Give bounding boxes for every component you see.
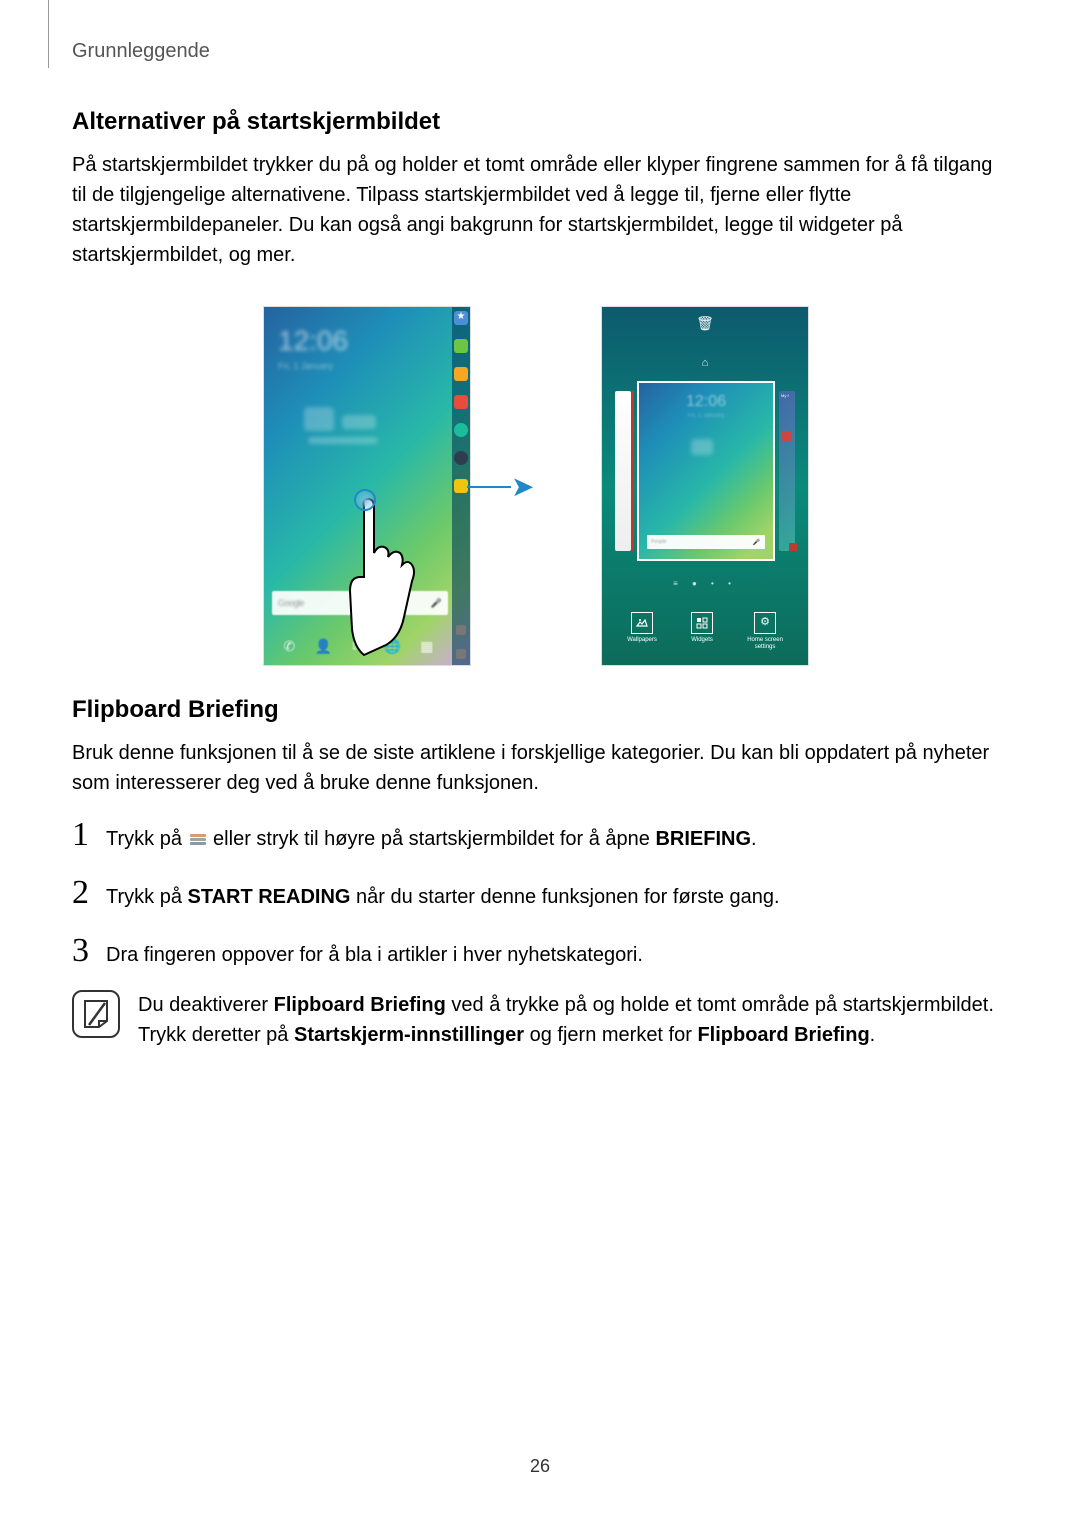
edge-mail-icon <box>454 395 468 409</box>
step-number-3: 3 <box>72 932 106 970</box>
page-number: 26 <box>0 1456 1080 1477</box>
panel-main: 12:06 Fri, 1 January People 🎤 <box>637 381 775 561</box>
clock-text: 12:06 <box>278 325 348 357</box>
page-indicator: ≡ ● • • <box>602 579 808 588</box>
date-text: Fri, 1 January <box>278 361 333 371</box>
running-header: Grunnleggende <box>72 40 210 63</box>
wallpapers-icon <box>631 612 653 634</box>
step-3-text: Dra fingeren oppover for å bla i artikle… <box>106 937 643 970</box>
step-3: 3 Dra fingeren oppover for å bla i artik… <box>72 932 1000 970</box>
step-number-1: 1 <box>72 816 106 854</box>
step-number-2: 2 <box>72 874 106 912</box>
edge-contact-icon <box>454 367 468 381</box>
page-content: Alternativer på startskjermbildet På sta… <box>72 108 1000 1050</box>
step-2: 2 Trykk på START READING når du starter … <box>72 874 1000 912</box>
edge-phone-icon <box>454 339 468 353</box>
panel-weather <box>691 439 713 455</box>
settings-icon: ⚙ <box>754 612 776 634</box>
wallpapers-action: Wallpapers <box>627 612 657 651</box>
phone-icon: ✆ <box>279 636 299 656</box>
arrow-icon: ➤ <box>511 470 561 503</box>
widgets-action: Widgets <box>691 612 713 651</box>
edge-star-icon: ★ <box>454 311 468 325</box>
touch-indicator <box>354 489 376 511</box>
briefing-inline-icon <box>190 834 206 848</box>
edge-camera-icon <box>454 451 468 465</box>
edge-more-icon <box>456 649 466 659</box>
note: Du deaktiverer Flipboard Briefing ved å … <box>72 990 1000 1050</box>
weather-text <box>342 415 376 429</box>
note-text: Du deaktiverer Flipboard Briefing ved å … <box>138 990 1000 1050</box>
section-body-flipboard: Bruk denne funksjonen til å se de siste … <box>72 738 1000 798</box>
edge-browser-icon <box>454 423 468 437</box>
edge-settings-icon <box>456 625 466 635</box>
widgets-icon <box>691 612 713 634</box>
panel-mic-icon: 🎤 <box>753 539 760 546</box>
home-indicator-icon: ⌂ <box>602 357 808 369</box>
section-body-alternatives: På startskjermbildet trykker du på og ho… <box>72 150 1000 270</box>
panel-right-notif <box>789 543 797 551</box>
screenshot-after: 🗑 ⌂ 12:06 Fri, 1 January People 🎤 My f <box>601 306 809 666</box>
panel-date: Fri, 1 January <box>639 413 773 419</box>
hand-gesture <box>346 497 456 657</box>
settings-label-2: settings <box>755 644 776 651</box>
step-2-text: Trykk på START READING når du starter de… <box>106 879 780 912</box>
settings-label-1: Home screen <box>747 637 783 644</box>
weather-icon <box>304 407 334 431</box>
google-label: Google <box>278 598 304 608</box>
contacts-icon: 👤 <box>314 636 334 656</box>
home-edit-actions: Wallpapers Widgets ⚙ Home screen setting… <box>602 612 808 651</box>
panel-right: My f <box>779 391 795 551</box>
arrow-container: ➤ <box>511 470 561 503</box>
widgets-label: Widgets <box>691 637 713 644</box>
screenshot-before: 12:06 Fri, 1 January Google 🎤 ✆ 👤 ✉ 🌐 ▦ … <box>263 306 471 666</box>
weather-sub <box>308 437 378 444</box>
panel-clock: 12:06 <box>639 393 773 411</box>
edge-gallery-icon <box>454 479 468 493</box>
note-icon <box>72 990 120 1038</box>
section-heading-alternatives: Alternativer på startskjermbildet <box>72 108 1000 136</box>
step-1-text: Trykk på eller stryk til høyre på starts… <box>106 821 757 854</box>
panel-search: People 🎤 <box>647 535 765 549</box>
panel-left-strip <box>631 391 634 551</box>
figure-row: 12:06 Fri, 1 January Google 🎤 ✆ 👤 ✉ 🌐 ▦ … <box>72 306 1000 666</box>
trash-icon: 🗑 <box>602 315 808 332</box>
panel-carousel: 12:06 Fri, 1 January People 🎤 My f <box>602 377 808 565</box>
section-heading-flipboard: Flipboard Briefing <box>72 696 1000 724</box>
margin-rule <box>48 0 49 68</box>
step-1: 1 Trykk på eller stryk til høyre på star… <box>72 816 1000 854</box>
steps-list: 1 Trykk på eller stryk til høyre på star… <box>72 816 1000 970</box>
home-settings-action: ⚙ Home screen settings <box>747 612 783 651</box>
wallpapers-label: Wallpapers <box>627 637 657 644</box>
panel-left <box>615 391 631 551</box>
panel-search-label: People <box>651 539 667 545</box>
